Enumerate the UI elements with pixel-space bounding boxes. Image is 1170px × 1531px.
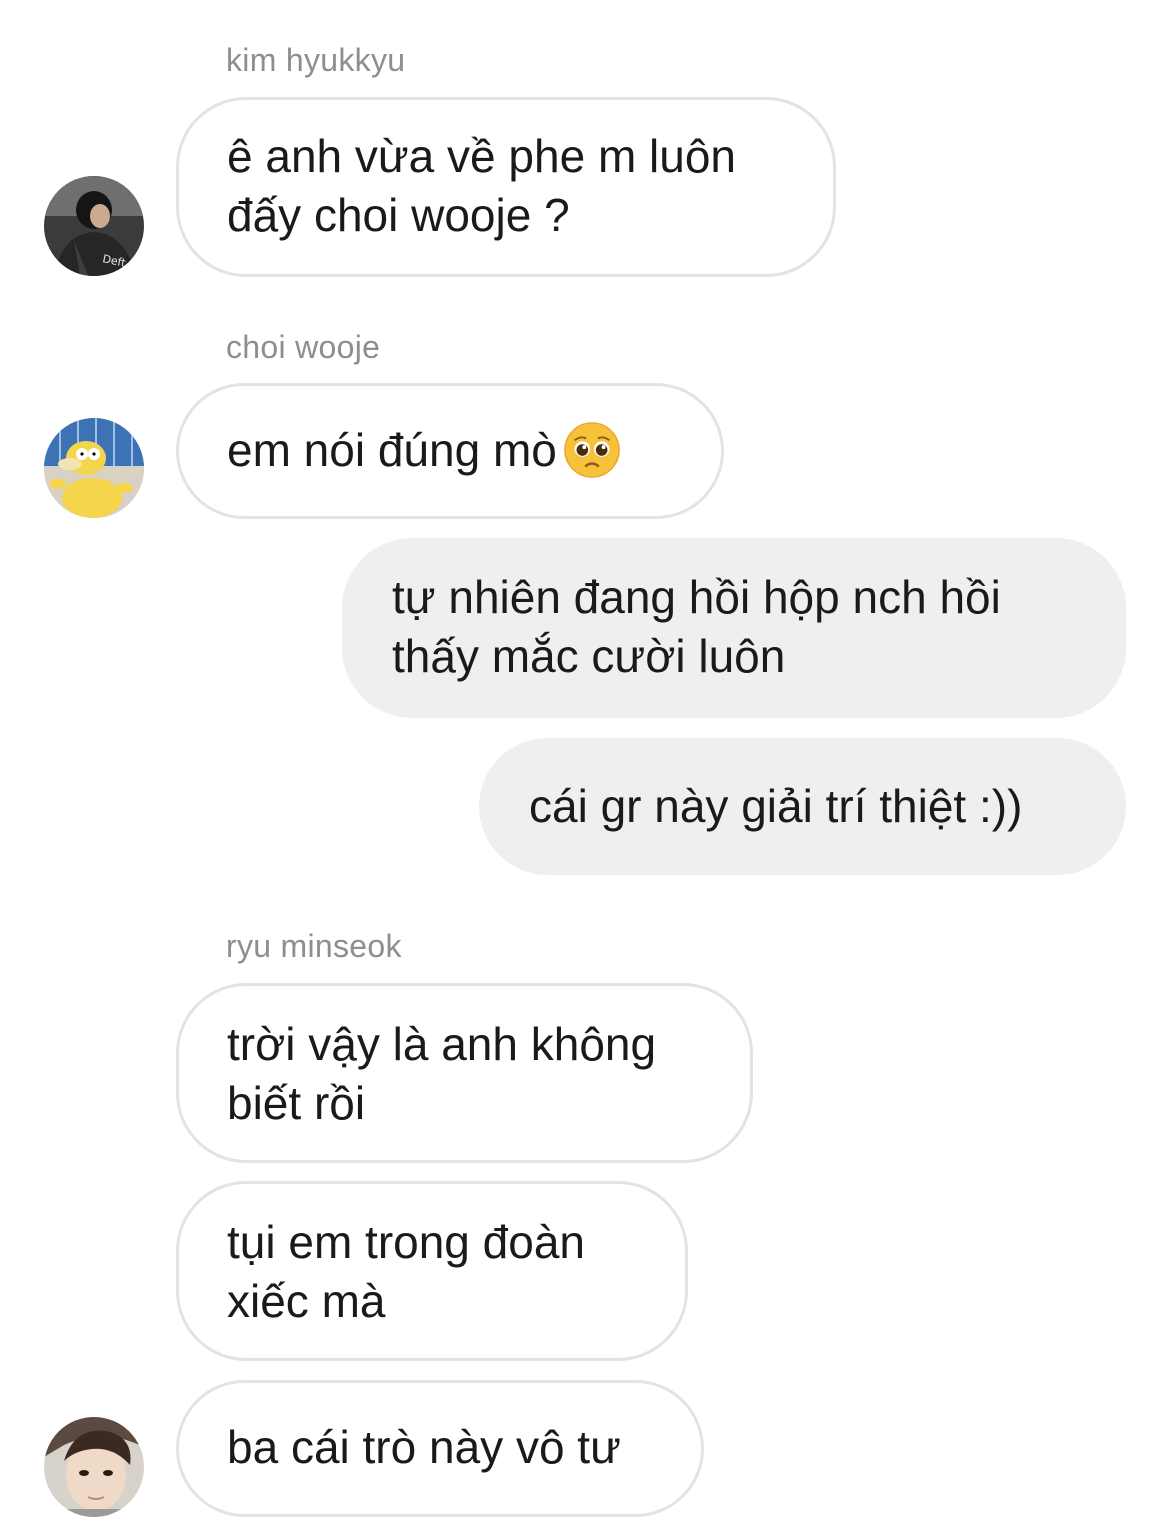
- message-bubble[interactable]: tụi em trong đoàn xiếc mà: [176, 1181, 688, 1361]
- message-bubble[interactable]: ê anh vừa về phe m luôn đấy choi wooje ?: [176, 97, 836, 277]
- message-line: tự nhiên đang hồi hộp nch hồi: [392, 571, 1001, 623]
- message-line: trời vậy là anh không: [227, 1018, 657, 1070]
- message-line: thấy mắc cười luôn: [392, 630, 786, 682]
- message-line: xiếc mà: [227, 1275, 386, 1327]
- message-line: ê anh vừa về phe m luôn: [227, 130, 737, 182]
- sender-name: kim hyukkyu: [226, 42, 406, 78]
- avatar-choi-wooje-image: [44, 418, 144, 518]
- avatar[interactable]: [44, 1417, 144, 1517]
- avatar[interactable]: Deft: [44, 176, 144, 276]
- message-text: cái gr này giải trí thiệt :)): [529, 780, 1023, 832]
- message-text: ba cái trò này vô tư: [227, 1421, 621, 1473]
- message-line: biết rồi: [227, 1077, 366, 1129]
- message-text: em nói đúng mò: [227, 424, 557, 476]
- message-line: tụi em trong đoàn: [227, 1216, 586, 1268]
- message-bubble[interactable]: trời vậy là anh không biết rồi: [176, 983, 753, 1163]
- sender-name: choi wooje: [226, 329, 381, 365]
- message-bubble-outgoing[interactable]: tự nhiên đang hồi hộp nch hồi thấy mắc c…: [342, 538, 1126, 718]
- avatar-ryu-minseok-image: [44, 1417, 144, 1517]
- message-bubble[interactable]: em nói đúng mò: [176, 383, 724, 519]
- message-bubble[interactable]: ba cái trò này vô tư: [176, 1380, 704, 1517]
- message-bubble-outgoing[interactable]: cái gr này giải trí thiệt :)): [479, 738, 1126, 875]
- pleading-face-emoji-icon: [564, 422, 620, 478]
- message-line: đấy choi wooje ?: [227, 189, 570, 241]
- avatar-kim-hyukkyu-image: Deft: [44, 176, 144, 276]
- sender-name: ryu minseok: [226, 928, 402, 964]
- avatar[interactable]: [44, 418, 144, 518]
